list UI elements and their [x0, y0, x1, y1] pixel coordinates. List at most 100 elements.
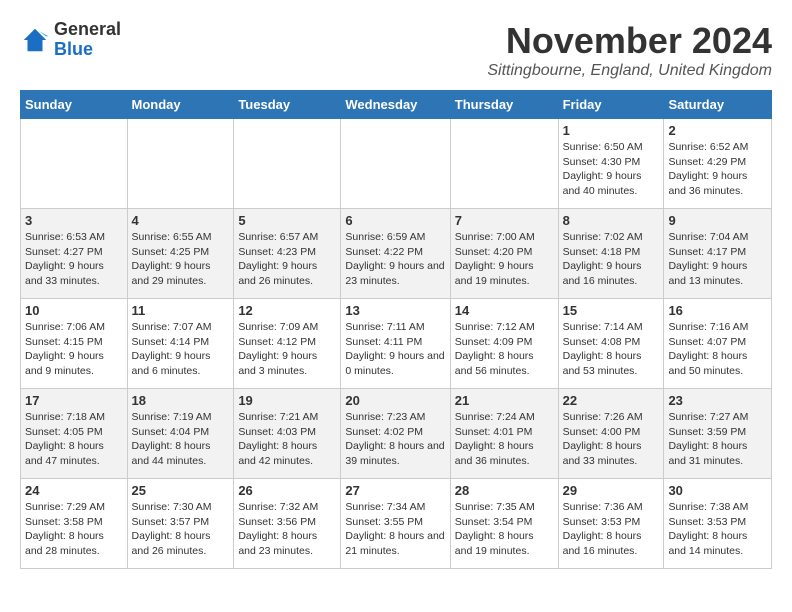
calendar-cell: 23 Sunrise: 7:27 AM Sunset: 3:59 PM Dayli… [664, 389, 772, 479]
calendar-cell [21, 119, 128, 209]
day-number: 2 [668, 123, 767, 138]
logo-icon [20, 25, 50, 55]
logo-blue: Blue [54, 40, 121, 60]
calendar-cell: 30 Sunrise: 7:38 AM Sunset: 3:53 PM Dayli… [664, 479, 772, 569]
day-info: Sunrise: 7:38 AM Sunset: 3:53 PM Dayligh… [668, 500, 767, 559]
day-number: 20 [345, 393, 445, 408]
day-info: Sunrise: 6:50 AM Sunset: 4:30 PM Dayligh… [563, 140, 660, 199]
calendar-week-1: 1 Sunrise: 6:50 AM Sunset: 4:30 PM Daylig… [21, 119, 772, 209]
day-number: 15 [563, 303, 660, 318]
calendar-cell: 19 Sunrise: 7:21 AM Sunset: 4:03 PM Dayli… [234, 389, 341, 479]
day-info: Sunrise: 7:29 AM Sunset: 3:58 PM Dayligh… [25, 500, 123, 559]
header-saturday: Saturday [664, 91, 772, 119]
day-info: Sunrise: 6:52 AM Sunset: 4:29 PM Dayligh… [668, 140, 767, 199]
calendar-cell: 5 Sunrise: 6:57 AM Sunset: 4:23 PM Daylig… [234, 209, 341, 299]
calendar-cell: 9Sunrise: 7:04 AM Sunset: 4:17 PM Daylig… [664, 209, 772, 299]
calendar-cell: 3 Sunrise: 6:53 AM Sunset: 4:27 PM Daylig… [21, 209, 128, 299]
day-number: 19 [238, 393, 336, 408]
calendar-cell [127, 119, 234, 209]
day-number: 28 [455, 483, 554, 498]
day-info: Sunrise: 7:19 AM Sunset: 4:04 PM Dayligh… [132, 410, 230, 469]
day-info: Sunrise: 7:00 AM Sunset: 4:20 PM Dayligh… [455, 230, 554, 289]
header-tuesday: Tuesday [234, 91, 341, 119]
day-info: Sunrise: 7:35 AM Sunset: 3:54 PM Dayligh… [455, 500, 554, 559]
calendar-cell [341, 119, 450, 209]
day-info: Sunrise: 7:14 AM Sunset: 4:08 PM Dayligh… [563, 320, 660, 379]
calendar-cell: 10Sunrise: 7:06 AM Sunset: 4:15 PM Dayli… [21, 299, 128, 389]
day-info: Sunrise: 7:26 AM Sunset: 4:00 PM Dayligh… [563, 410, 660, 469]
day-info: Sunrise: 7:06 AM Sunset: 4:15 PM Dayligh… [25, 320, 123, 379]
logo-text: General Blue [54, 20, 121, 60]
calendar-cell: 29 Sunrise: 7:36 AM Sunset: 3:53 PM Dayli… [558, 479, 664, 569]
calendar-cell: 26 Sunrise: 7:32 AM Sunset: 3:56 PM Dayli… [234, 479, 341, 569]
day-info: Sunrise: 7:12 AM Sunset: 4:09 PM Dayligh… [455, 320, 554, 379]
day-info: Sunrise: 7:16 AM Sunset: 4:07 PM Dayligh… [668, 320, 767, 379]
header-wednesday: Wednesday [341, 91, 450, 119]
day-number: 6 [345, 213, 445, 228]
day-number: 7 [455, 213, 554, 228]
day-number: 16 [668, 303, 767, 318]
day-info: Sunrise: 7:27 AM Sunset: 3:59 PM Dayligh… [668, 410, 767, 469]
day-info: Sunrise: 7:02 AM Sunset: 4:18 PM Dayligh… [563, 230, 660, 289]
day-number: 1 [563, 123, 660, 138]
day-number: 11 [132, 303, 230, 318]
day-number: 5 [238, 213, 336, 228]
day-info: Sunrise: 7:34 AM Sunset: 3:55 PM Dayligh… [345, 500, 445, 559]
calendar-cell: 13Sunrise: 7:11 AM Sunset: 4:11 PM Dayli… [341, 299, 450, 389]
calendar-cell: 21 Sunrise: 7:24 AM Sunset: 4:01 PM Dayli… [450, 389, 558, 479]
day-number: 29 [563, 483, 660, 498]
calendar-cell [450, 119, 558, 209]
day-info: Sunrise: 7:21 AM Sunset: 4:03 PM Dayligh… [238, 410, 336, 469]
day-info: Sunrise: 7:23 AM Sunset: 4:02 PM Dayligh… [345, 410, 445, 469]
calendar-cell: 2 Sunrise: 6:52 AM Sunset: 4:29 PM Daylig… [664, 119, 772, 209]
day-number: 24 [25, 483, 123, 498]
calendar-cell: 7 Sunrise: 7:00 AM Sunset: 4:20 PM Daylig… [450, 209, 558, 299]
calendar-cell: 18 Sunrise: 7:19 AM Sunset: 4:04 PM Dayli… [127, 389, 234, 479]
day-number: 30 [668, 483, 767, 498]
day-info: Sunrise: 7:24 AM Sunset: 4:01 PM Dayligh… [455, 410, 554, 469]
calendar-cell: 20 Sunrise: 7:23 AM Sunset: 4:02 PM Dayli… [341, 389, 450, 479]
day-info: Sunrise: 7:09 AM Sunset: 4:12 PM Dayligh… [238, 320, 336, 379]
calendar-cell: 11 Sunrise: 7:07 AM Sunset: 4:14 PM Dayli… [127, 299, 234, 389]
day-number: 8 [563, 213, 660, 228]
calendar-cell: 1 Sunrise: 6:50 AM Sunset: 4:30 PM Daylig… [558, 119, 664, 209]
calendar-week-3: 10Sunrise: 7:06 AM Sunset: 4:15 PM Dayli… [21, 299, 772, 389]
calendar-cell: 24 Sunrise: 7:29 AM Sunset: 3:58 PM Dayli… [21, 479, 128, 569]
day-info: Sunrise: 7:07 AM Sunset: 4:14 PM Dayligh… [132, 320, 230, 379]
page-header: General Blue November 2024 Sittingbourne… [20, 20, 772, 80]
calendar-week-4: 17Sunrise: 7:18 AM Sunset: 4:05 PM Dayli… [21, 389, 772, 479]
day-info: Sunrise: 6:57 AM Sunset: 4:23 PM Dayligh… [238, 230, 336, 289]
header-sunday: Sunday [21, 91, 128, 119]
calendar-week-5: 24 Sunrise: 7:29 AM Sunset: 3:58 PM Dayli… [21, 479, 772, 569]
calendar-cell: 17Sunrise: 7:18 AM Sunset: 4:05 PM Dayli… [21, 389, 128, 479]
day-number: 25 [132, 483, 230, 498]
calendar-table: SundayMondayTuesdayWednesdayThursdayFrid… [20, 90, 772, 569]
calendar-cell: 15 Sunrise: 7:14 AM Sunset: 4:08 PM Dayli… [558, 299, 664, 389]
header-friday: Friday [558, 91, 664, 119]
day-number: 26 [238, 483, 336, 498]
calendar-header-row: SundayMondayTuesdayWednesdayThursdayFrid… [21, 91, 772, 119]
calendar-cell: 27Sunrise: 7:34 AM Sunset: 3:55 PM Dayli… [341, 479, 450, 569]
day-info: Sunrise: 6:55 AM Sunset: 4:25 PM Dayligh… [132, 230, 230, 289]
day-number: 21 [455, 393, 554, 408]
calendar-cell: 14Sunrise: 7:12 AM Sunset: 4:09 PM Dayli… [450, 299, 558, 389]
day-info: Sunrise: 7:36 AM Sunset: 3:53 PM Dayligh… [563, 500, 660, 559]
logo: General Blue [20, 20, 121, 60]
calendar-cell: 8 Sunrise: 7:02 AM Sunset: 4:18 PM Daylig… [558, 209, 664, 299]
header-thursday: Thursday [450, 91, 558, 119]
day-info: Sunrise: 7:32 AM Sunset: 3:56 PM Dayligh… [238, 500, 336, 559]
calendar-cell: 12 Sunrise: 7:09 AM Sunset: 4:12 PM Dayli… [234, 299, 341, 389]
day-number: 22 [563, 393, 660, 408]
day-number: 3 [25, 213, 123, 228]
day-number: 18 [132, 393, 230, 408]
day-info: Sunrise: 7:18 AM Sunset: 4:05 PM Dayligh… [25, 410, 123, 469]
calendar-cell: 4Sunrise: 6:55 AM Sunset: 4:25 PM Daylig… [127, 209, 234, 299]
day-info: Sunrise: 6:53 AM Sunset: 4:27 PM Dayligh… [25, 230, 123, 289]
logo-general: General [54, 20, 121, 40]
day-info: Sunrise: 7:04 AM Sunset: 4:17 PM Dayligh… [668, 230, 767, 289]
calendar-cell: 6Sunrise: 6:59 AM Sunset: 4:22 PM Daylig… [341, 209, 450, 299]
calendar-cell [234, 119, 341, 209]
header-monday: Monday [127, 91, 234, 119]
day-number: 23 [668, 393, 767, 408]
day-number: 12 [238, 303, 336, 318]
